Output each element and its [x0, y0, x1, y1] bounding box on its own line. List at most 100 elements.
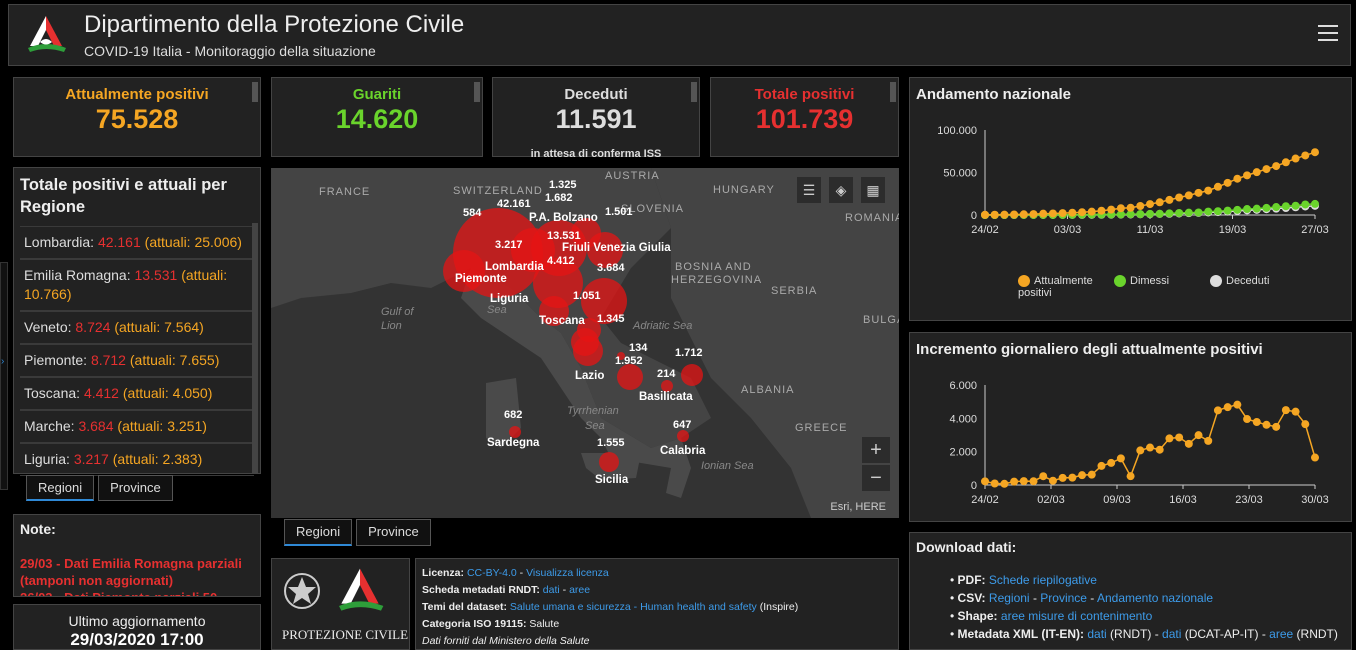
map-bubble[interactable]	[677, 430, 689, 442]
csv-province-link[interactable]: Province	[1040, 591, 1087, 605]
legend-item[interactable]: Deceduti	[1210, 275, 1269, 288]
map-bubble[interactable]	[571, 328, 599, 356]
tab-province[interactable]: Province	[98, 475, 173, 501]
data-point	[1039, 472, 1048, 481]
data-point	[1175, 209, 1184, 218]
map-region-name: Calabria	[660, 445, 706, 457]
list-item[interactable]: Piemonte: 8.712 (attuali: 7.655)	[20, 344, 254, 377]
legend-item[interactable]: Attualmente positivi	[1018, 275, 1108, 299]
list-icon[interactable]: ☰	[796, 176, 822, 204]
map[interactable]: FRANCE SWITZERLAND AUSTRIA HUNGARY SLOVE…	[271, 168, 899, 518]
pdf-link[interactable]: Schede riepilogative	[989, 573, 1097, 587]
list-item[interactable]: Lombardia: 42.161 (attuali: 25.006)	[20, 226, 254, 259]
scrollbar[interactable]	[890, 82, 896, 102]
hamburger-menu-icon[interactable]	[1318, 25, 1338, 43]
label: Categoria ISO 19115:	[422, 618, 527, 630]
zoom-out-button[interactable]: −	[861, 464, 891, 492]
map-bubble[interactable]	[599, 452, 619, 472]
region-name: Toscana:	[24, 385, 81, 401]
data-point	[1136, 210, 1145, 219]
data-point	[1311, 453, 1319, 462]
region-total: 8.712	[90, 352, 126, 368]
scrollbar[interactable]	[691, 82, 697, 102]
map-bubble[interactable]	[443, 250, 485, 292]
tab-province[interactable]: Province	[356, 519, 431, 546]
map-bubble[interactable]	[681, 364, 703, 386]
list-item[interactable]: Liguria: 3.217 (attuali: 2.383)	[20, 443, 254, 476]
metadata-temi: Temi del dataset: Salute umana e sicurez…	[422, 599, 892, 616]
map-value: 1.345	[597, 313, 625, 325]
region-total: 13.531	[134, 267, 178, 283]
temi-link[interactable]: Salute umana e sicurezza - Human health …	[510, 601, 757, 613]
header: Dipartimento della Protezione Civile COV…	[8, 4, 1351, 66]
data-point	[1233, 205, 1242, 214]
scrollbar[interactable]	[252, 223, 258, 473]
xml-rndt-link[interactable]: dati	[1087, 627, 1106, 641]
list-item[interactable]: Toscana: 4.412 (attuali: 4.050)	[20, 377, 254, 410]
shape-link[interactable]: aree misure di contenimento	[1001, 609, 1152, 623]
map-region-name: Friuli Venezia Giulia	[562, 242, 671, 254]
licenza-link[interactable]: CC-BY-4.0	[467, 567, 517, 579]
kpi-value: 101.739	[755, 104, 854, 134]
data-point	[1281, 202, 1290, 211]
notes-title: Note:	[20, 521, 56, 537]
region-name: Lombardia:	[24, 234, 95, 250]
protezione-civile-logo	[28, 16, 66, 52]
chart-daily: 6.000 4.000 2.000 0 24/02 02/03 09/03 16/03 23/0…	[949, 380, 1329, 506]
xml-suffix: (RNDT) -	[1106, 627, 1163, 641]
chart-title: Incremento giornaliero degli attualmente…	[916, 341, 1263, 358]
region-name: Emilia Romagna:	[24, 267, 131, 283]
y-tick-label: 100.000	[937, 125, 977, 137]
tab-regioni[interactable]: Regioni	[284, 519, 353, 546]
zoom-in-button[interactable]: +	[861, 436, 891, 464]
map-label-country: AUSTRIA	[605, 170, 660, 182]
x-tick-label: 09/03	[1103, 494, 1131, 506]
rndt-dati-link[interactable]: dati	[543, 584, 560, 596]
region-list[interactable]: Lombardia: 42.161 (attuali: 25.006) Emil…	[20, 226, 254, 476]
region-total: 8.724	[75, 319, 111, 335]
list-item[interactable]: Emilia Romagna: 13.531 (attuali: 10.766)	[20, 259, 254, 311]
basemap-gallery-icon[interactable]: ▦	[860, 176, 886, 204]
data-point	[1291, 154, 1300, 163]
data-point	[1311, 148, 1319, 157]
region-attuali: (attuali: 7.655)	[129, 352, 220, 368]
map-attribution: Esri, HERE	[827, 500, 889, 514]
x-tick-label: 30/03	[1301, 494, 1329, 506]
csv-andamento-link[interactable]: Andamento nazionale	[1097, 591, 1213, 605]
regions-panel-title: Totale positivi e attuali per Regione	[20, 176, 227, 216]
map-value: 1.501	[605, 206, 633, 218]
data-point	[1058, 209, 1067, 218]
legend-item[interactable]: Dimessi	[1114, 275, 1169, 288]
x-tick-label: 24/02	[971, 494, 999, 506]
data-point	[1126, 472, 1135, 481]
tab-regioni[interactable]: Regioni	[26, 475, 95, 501]
page-title: Dipartimento della Protezione Civile	[84, 11, 465, 38]
map-value: 584	[463, 207, 482, 219]
data-point	[1262, 420, 1271, 429]
xml-aree-link[interactable]: aree	[1269, 627, 1293, 641]
iso-value: Salute	[526, 618, 560, 630]
visualizza-licenza-link[interactable]: Visualizza licenza	[526, 567, 609, 579]
data-point	[1000, 479, 1009, 488]
y-tick-label: 2.000	[949, 447, 977, 459]
csv-regioni-link[interactable]: Regioni	[989, 591, 1030, 605]
scrollbar[interactable]	[474, 82, 480, 102]
data-point	[1048, 476, 1057, 485]
layers-icon[interactable]: ◈	[828, 176, 854, 204]
download-list: PDF: Schede riepilogative CSV: Regioni -…	[950, 571, 1338, 643]
legend-dot	[1114, 275, 1126, 288]
map-bubble[interactable]	[617, 364, 643, 390]
data-point	[1000, 210, 1009, 219]
data-point	[1194, 188, 1203, 197]
data-point	[1194, 431, 1203, 440]
xml-dcat-link[interactable]: dati	[1162, 627, 1181, 641]
list-item[interactable]: Veneto: 8.724 (attuali: 7.564)	[20, 311, 254, 344]
rndt-aree-link[interactable]: aree	[569, 584, 590, 596]
scrollbar[interactable]	[252, 82, 258, 102]
map-label-country: FRANCE	[319, 186, 371, 198]
side-collapse-handle[interactable]: ›	[0, 262, 8, 490]
xml-suffix: (DCAT-AP-IT) -	[1181, 627, 1270, 641]
data-point	[1194, 208, 1203, 217]
list-item[interactable]: Marche: 3.684 (attuali: 3.251)	[20, 410, 254, 443]
chart-title: Andamento nazionale	[916, 86, 1072, 103]
